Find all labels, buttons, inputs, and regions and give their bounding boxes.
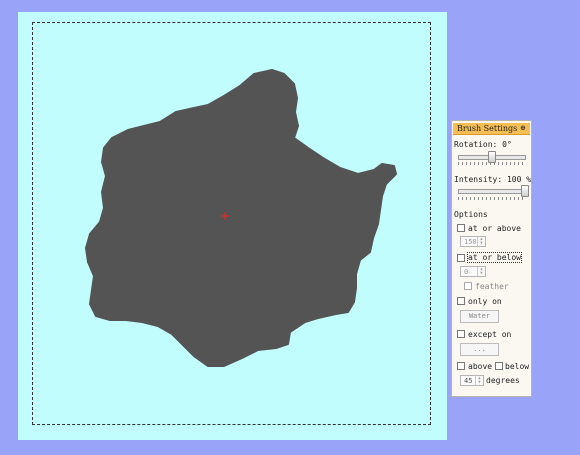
panel-title: Brush Settings (457, 124, 518, 133)
at-or-above-spinner[interactable]: 150 ▲ ▼ (460, 236, 486, 247)
above-checkbox[interactable] (457, 362, 465, 370)
pin-icon[interactable]: ⊕ (519, 124, 527, 132)
brush-settings-panel: Brush Settings ⊕ Rotation: 0° Intensity:… (451, 120, 532, 397)
intensity-label: Intensity: 100 % (454, 175, 532, 184)
at-or-above-checkbox[interactable] (457, 224, 465, 232)
below-checkbox[interactable] (495, 362, 503, 370)
options-label: Options (454, 210, 488, 219)
at-or-below-value: 0 (464, 268, 469, 276)
degrees-label: degrees (486, 376, 520, 385)
above-label: above (468, 362, 493, 371)
except-on-terrain-button[interactable]: ... (460, 343, 499, 356)
spinner-arrows-icon[interactable]: ▲ ▼ (475, 376, 483, 385)
at-or-below-label: at or below (467, 252, 522, 263)
feather-label: feather (475, 282, 509, 291)
only-on-terrain-button[interactable]: Water (460, 310, 499, 323)
at-or-above-label: at or above (468, 224, 521, 233)
rotation-slider-thumb[interactable] (488, 151, 496, 163)
only-on-checkbox[interactable] (457, 297, 465, 305)
intensity-slider-thumb[interactable] (521, 185, 529, 197)
spinner-arrows-icon[interactable]: ▲ ▼ (477, 237, 485, 246)
at-or-below-checkbox[interactable] (457, 254, 465, 262)
degrees-value: 45 (464, 377, 473, 385)
landmass-shape (85, 69, 397, 367)
feather-checkbox[interactable] (464, 282, 472, 290)
map-canvas[interactable] (18, 12, 447, 440)
spinner-arrows-icon[interactable]: ▲ ▼ (477, 267, 485, 276)
rotation-label: Rotation: 0° (454, 140, 512, 149)
panel-title-bar[interactable]: Brush Settings ⊕ (453, 123, 530, 135)
intensity-ticks (458, 197, 526, 200)
degrees-spinner[interactable]: 45 ▲ ▼ (460, 375, 484, 386)
at-or-below-spinner[interactable]: 0 ▲ ▼ (460, 266, 486, 277)
at-or-above-value: 150 (464, 238, 477, 246)
below-label: below (505, 362, 530, 371)
only-on-label: only on (468, 297, 502, 306)
except-on-checkbox[interactable] (457, 330, 465, 338)
except-on-label: except on (468, 330, 512, 339)
intensity-slider[interactable] (458, 189, 526, 194)
